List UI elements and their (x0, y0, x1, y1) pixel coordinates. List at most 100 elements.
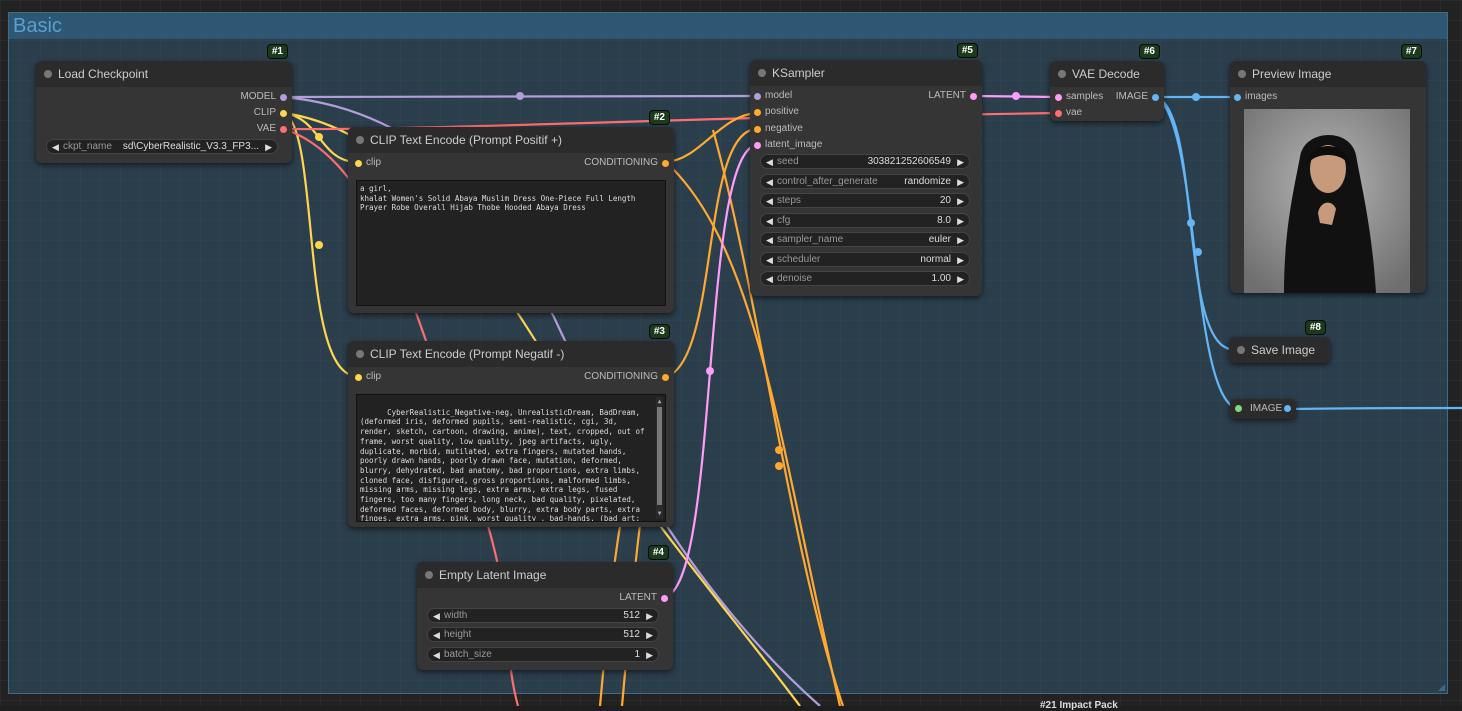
input-clip[interactable]: clip (355, 157, 381, 168)
collapse-dot-icon[interactable] (356, 350, 364, 358)
output-image[interactable]: IMAGE (1116, 91, 1159, 102)
pin-icon[interactable] (754, 142, 761, 149)
pin-icon[interactable] (355, 374, 362, 381)
pin-icon[interactable] (661, 595, 668, 602)
node-vae-decode[interactable]: #6 VAE Decode samples vae IMAGE (1050, 44, 1164, 121)
pin-icon[interactable] (754, 109, 761, 116)
collapse-dot-icon[interactable] (425, 571, 433, 579)
node-header[interactable]: CLIP Text Encode (Prompt Positif +) (348, 127, 674, 153)
pin-icon[interactable] (754, 93, 761, 100)
node-load-checkpoint[interactable]: #1 Load Checkpoint MODEL CLIP VAE ◀ ckpt… (36, 44, 292, 163)
output-conditioning[interactable]: CONDITIONING (584, 371, 669, 382)
seed-widget[interactable]: ◀ seed 303821252606549 ▶ (760, 154, 970, 169)
node-header[interactable]: CLIP Text Encode (Prompt Negatif -) (348, 341, 674, 367)
input-clip[interactable]: clip (355, 371, 381, 382)
input-images[interactable]: images (1234, 91, 1277, 102)
node-clip-text-encode-negative[interactable]: #3 CLIP Text Encode (Prompt Negatif -) c… (348, 324, 674, 527)
arrow-left-icon[interactable]: ◀ (766, 233, 773, 247)
prompt-positive-textarea[interactable]: a girl, khalat Women's Solid Abaya Musli… (356, 180, 666, 306)
control-after-generate-widget[interactable]: ◀ control_after_generate randomize ▶ (760, 174, 970, 189)
output-model[interactable]: MODEL (240, 91, 287, 102)
arrow-right-icon[interactable]: ▶ (646, 609, 653, 623)
arrow-left-icon[interactable]: ◀ (766, 214, 773, 228)
arrow-right-icon[interactable]: ▶ (957, 253, 964, 267)
collapse-dot-icon[interactable] (758, 69, 766, 77)
height-number-widget[interactable]: ◀ height 512 ▶ (427, 627, 659, 642)
arrow-right-icon[interactable]: ▶ (957, 214, 964, 228)
output-clip[interactable]: CLIP (254, 107, 287, 118)
arrow-left-icon[interactable]: ◀ (433, 609, 440, 623)
sampler-name-widget[interactable]: ◀ sampler_name euler ▶ (760, 232, 970, 247)
collapse-dot-icon[interactable] (1058, 70, 1066, 78)
arrow-left-icon[interactable]: ◀ (766, 253, 773, 267)
scroll-down-icon[interactable]: ▼ (656, 509, 663, 519)
input-samples[interactable]: samples (1055, 91, 1103, 102)
arrow-right-icon[interactable]: ▶ (957, 194, 964, 208)
node-header[interactable]: Empty Latent Image (417, 562, 673, 588)
pin-icon[interactable] (662, 374, 669, 381)
reroute-input-pin-icon[interactable] (1235, 405, 1242, 412)
pin-icon[interactable] (662, 160, 669, 167)
input-negative[interactable]: negative (754, 123, 803, 134)
node-canvas[interactable]: Basic #1 Load Checkpoint MODEL CLIP VAE … (0, 0, 1462, 711)
arrow-left-icon[interactable]: ◀ (433, 628, 440, 642)
scrollbar-thumb[interactable] (657, 407, 662, 505)
pin-icon[interactable] (1152, 94, 1159, 101)
width-number-widget[interactable]: ◀ width 512 ▶ (427, 608, 659, 623)
pin-icon[interactable] (970, 93, 977, 100)
node-ksampler[interactable]: #5 KSampler model positive negative late… (750, 43, 982, 296)
output-latent[interactable]: LATENT (619, 592, 668, 603)
arrow-right-icon[interactable]: ▶ (957, 175, 964, 189)
arrow-right-icon[interactable]: ▶ (957, 272, 964, 286)
arrow-left-icon[interactable]: ◀ (766, 272, 773, 286)
arrow-left-icon[interactable]: ◀ (766, 175, 773, 189)
node-clip-text-encode-positive[interactable]: #2 CLIP Text Encode (Prompt Positif +) c… (348, 110, 674, 313)
scheduler-widget[interactable]: ◀ scheduler normal ▶ (760, 252, 970, 267)
scroll-up-icon[interactable]: ▲ (656, 397, 663, 407)
cfg-widget[interactable]: ◀ cfg 8.0 ▶ (760, 213, 970, 228)
pin-icon[interactable] (280, 94, 287, 101)
node-header[interactable]: Preview Image (1230, 61, 1426, 87)
ckpt-name-combo[interactable]: ◀ ckpt_name sd\CyberRealistic_V3.3_FP3..… (46, 139, 278, 154)
textarea-scrollbar[interactable]: ▲ ▼ (656, 397, 663, 519)
input-vae[interactable]: vae (1055, 107, 1082, 118)
node-header[interactable]: KSampler (750, 60, 982, 86)
batch-size-number-widget[interactable]: ◀ batch_size 1 ▶ (427, 647, 659, 662)
pin-icon[interactable] (754, 126, 761, 133)
output-vae[interactable]: VAE (257, 123, 287, 134)
denoise-widget[interactable]: ◀ denoise 1.00 ▶ (760, 271, 970, 286)
pin-icon[interactable] (280, 110, 287, 117)
pin-icon[interactable] (1234, 94, 1241, 101)
arrow-right-icon[interactable]: ▶ (646, 628, 653, 642)
arrow-left-icon[interactable]: ◀ (52, 140, 59, 154)
node-empty-latent-image[interactable]: #4 Empty Latent Image LATENT ◀ width 512… (417, 545, 673, 670)
arrow-right-icon[interactable]: ▶ (265, 140, 272, 154)
output-latent[interactable]: LATENT (928, 90, 977, 101)
arrow-left-icon[interactable]: ◀ (433, 648, 440, 662)
node-header[interactable]: Save Image (1229, 337, 1330, 363)
reroute-output-pin-icon[interactable] (1284, 405, 1291, 412)
reroute-image[interactable]: IMAGE (1230, 399, 1296, 419)
steps-widget[interactable]: ◀ steps 20 ▶ (760, 193, 970, 208)
pin-icon[interactable] (1055, 94, 1062, 101)
arrow-left-icon[interactable]: ◀ (766, 155, 773, 169)
arrow-right-icon[interactable]: ▶ (957, 155, 964, 169)
arrow-left-icon[interactable]: ◀ (766, 194, 773, 208)
input-latent-image[interactable]: latent_image (754, 139, 822, 150)
arrow-right-icon[interactable]: ▶ (646, 648, 653, 662)
node-header[interactable]: VAE Decode (1050, 61, 1164, 87)
collapse-dot-icon[interactable] (44, 70, 52, 78)
pin-icon[interactable] (1055, 110, 1062, 117)
prompt-negative-textarea[interactable]: CyberRealistic_Negative-neg, Unrealistic… (356, 394, 666, 522)
node-header[interactable]: Load Checkpoint (36, 61, 292, 87)
input-positive[interactable]: positive (754, 106, 799, 117)
arrow-right-icon[interactable]: ▶ (957, 233, 964, 247)
collapse-dot-icon[interactable] (1238, 70, 1246, 78)
collapse-dot-icon[interactable] (1237, 346, 1245, 354)
collapse-dot-icon[interactable] (356, 136, 364, 144)
output-conditioning[interactable]: CONDITIONING (584, 157, 669, 168)
node-save-image[interactable]: #8 Save Image (1229, 320, 1330, 363)
input-model[interactable]: model (754, 90, 792, 101)
pin-icon[interactable] (280, 126, 287, 133)
pin-icon[interactable] (355, 160, 362, 167)
